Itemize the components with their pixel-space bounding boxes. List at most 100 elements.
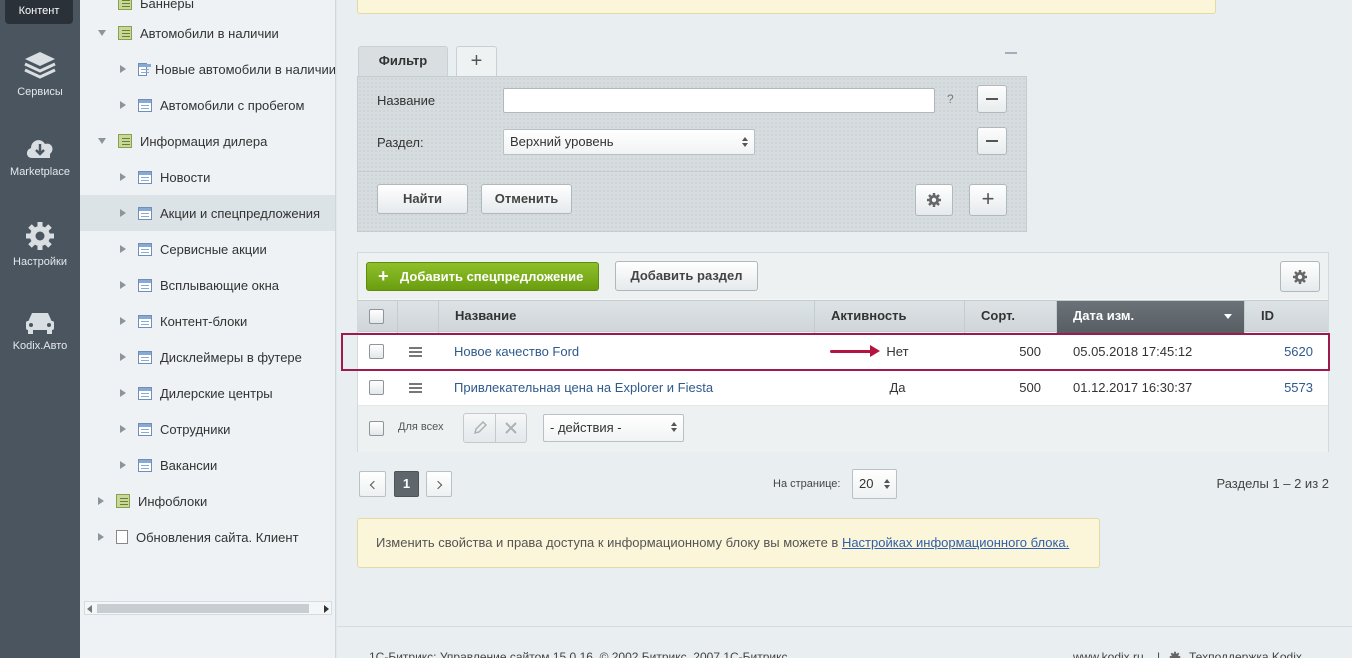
infoblock-settings-link[interactable]: Настройках информационного блока.	[842, 535, 1069, 550]
expand-icon[interactable]	[120, 245, 126, 253]
edit-icon[interactable]	[472, 420, 488, 436]
remove-name-filter-button[interactable]	[977, 85, 1007, 113]
help-icon[interactable]: ?	[947, 92, 954, 106]
tree-item-label: Автомобили с пробегом	[160, 97, 305, 113]
tree-item-dealer-centers[interactable]: Дилерские центры	[80, 375, 335, 411]
page-1-button[interactable]: 1	[394, 471, 419, 497]
expand-icon[interactable]	[120, 209, 126, 217]
column-header-date[interactable]: Дата изм.	[1057, 301, 1245, 333]
kodix-site-link[interactable]: www.kodix.ru	[1073, 650, 1144, 658]
rail-item-services[interactable]: Сервисы	[0, 50, 80, 98]
column-header-id[interactable]: ID	[1245, 301, 1328, 333]
tree-item-news[interactable]: Новости	[80, 159, 335, 195]
tree-item-label: Сервисные акции	[160, 241, 267, 257]
edit-delete-group	[463, 413, 527, 443]
select-all-checkbox[interactable]	[369, 309, 384, 324]
tree-item-label: Всплывающие окна	[160, 277, 280, 293]
prev-page-button[interactable]	[359, 471, 386, 497]
expand-icon[interactable]	[120, 389, 126, 397]
add-section-button[interactable]: Добавить раздел	[615, 261, 758, 291]
collapse-icon[interactable]	[98, 138, 106, 144]
expand-icon[interactable]	[120, 101, 126, 109]
tree-item-offers[interactable]: Акции и спецпредложения	[80, 195, 335, 231]
tree-horizontal-scrollbar[interactable]	[84, 601, 332, 615]
row-sort: 500	[1019, 380, 1041, 395]
plus-icon: +	[378, 266, 389, 286]
tree-item-employees[interactable]: Сотрудники	[80, 411, 335, 447]
gear-icon	[26, 222, 54, 250]
collapse-icon[interactable]	[98, 30, 106, 36]
column-header-date-label: Дата изм.	[1073, 308, 1135, 323]
expand-icon[interactable]	[120, 173, 126, 181]
delete-icon[interactable]	[504, 421, 518, 435]
tree-item-site-updates[interactable]: Обновления сайта. Клиент	[80, 519, 335, 555]
copyright-text: 1С-Битрикс: Управление сайтом 15.0.16. ©…	[369, 650, 788, 658]
expand-icon[interactable]	[120, 317, 126, 325]
folder-icon	[118, 26, 132, 40]
name-input[interactable]	[503, 88, 935, 113]
chevron-left-icon	[369, 480, 379, 490]
tree-item-new-cars[interactable]: Новые автомобили в наличии	[80, 51, 335, 87]
row-name-link[interactable]: Привлекательная цена на Explorer и Fiest…	[454, 370, 713, 406]
cloud-download-icon	[26, 140, 53, 158]
scrollbar-thumb[interactable]	[97, 604, 309, 613]
rail-item-label: Kodix.Авто	[12, 340, 68, 352]
scroll-right-icon[interactable]	[324, 605, 329, 613]
list-icon	[138, 98, 152, 112]
add-offer-button[interactable]: + Добавить спецпредложение	[366, 262, 599, 291]
tree-item-vacancies[interactable]: Вакансии	[80, 447, 335, 483]
row-id-link[interactable]: 5573	[1245, 370, 1313, 406]
table-header: Название Активность Сорт. Дата изм. ID	[358, 300, 1328, 333]
expand-icon[interactable]	[120, 461, 126, 469]
find-button[interactable]: Найти	[377, 184, 468, 214]
filter-panel: Название ? Раздел: Верхний уровень Найти…	[357, 76, 1027, 232]
collapse-filter-icon[interactable]	[1005, 52, 1017, 54]
expand-icon[interactable]	[120, 353, 126, 361]
expand-icon[interactable]	[120, 425, 126, 433]
header-select-all-cell	[358, 301, 398, 333]
rail-item-kodix-auto[interactable]: Kodix.Авто	[0, 308, 80, 352]
tree-item-footer-disclaimers[interactable]: Дисклеймеры в футере	[80, 339, 335, 375]
expand-icon[interactable]	[120, 281, 126, 289]
row-checkbox[interactable]	[369, 380, 384, 395]
tree-item-service-offers[interactable]: Сервисные акции	[80, 231, 335, 267]
table-row[interactable]: Привлекательная цена на Explorer и Fiest…	[358, 370, 1328, 406]
list-icon	[138, 458, 152, 472]
add-filter-tab-button[interactable]: +	[456, 46, 497, 77]
tree-item-label: Информация дилера	[140, 133, 268, 149]
rail-item-marketplace[interactable]: Marketplace	[0, 132, 80, 178]
column-header-active[interactable]: Активность	[815, 301, 965, 333]
next-page-button[interactable]	[426, 471, 452, 497]
expand-icon[interactable]	[98, 497, 104, 505]
expand-icon[interactable]	[120, 65, 126, 73]
tree-item-popups[interactable]: Всплывающие окна	[80, 267, 335, 303]
tree-item-label: Акции и спецпредложения	[160, 205, 321, 221]
tab-filter[interactable]: Фильтр	[358, 46, 448, 77]
support-link[interactable]: Техподдержка Kodix	[1189, 650, 1302, 658]
sort-desc-icon	[1224, 314, 1232, 319]
rail-item-settings[interactable]: Настройки	[0, 220, 80, 268]
tree-item-cars-in-stock[interactable]: Автомобили в наличии	[80, 15, 335, 51]
tree-item-label: Баннеры	[140, 0, 194, 11]
tree-item-used-cars[interactable]: Автомобили с пробегом	[80, 87, 335, 123]
tree-item-content-blocks[interactable]: Контент-блоки	[80, 303, 335, 339]
per-page-select[interactable]: 20	[852, 469, 897, 499]
tree-item-dealer-info[interactable]: Информация дилера	[80, 123, 335, 159]
list-settings-button[interactable]	[1280, 261, 1320, 292]
drag-handle-icon[interactable]	[409, 383, 422, 385]
tree-item-infoblocks[interactable]: Инфоблоки	[80, 483, 335, 519]
select-arrows-icon	[742, 137, 748, 147]
rail-item-content[interactable]: Контент	[5, 0, 73, 24]
select-all-bottom-checkbox[interactable]	[369, 421, 384, 436]
annotation-arrow-icon	[830, 345, 880, 357]
scroll-left-icon[interactable]	[87, 605, 92, 613]
cancel-button[interactable]: Отменить	[481, 184, 572, 214]
filter-settings-button[interactable]	[915, 184, 953, 216]
expand-icon[interactable]	[98, 533, 104, 541]
add-filter-field-button[interactable]: +	[969, 184, 1007, 216]
column-header-sort[interactable]: Сорт.	[965, 301, 1057, 333]
remove-section-filter-button[interactable]	[977, 127, 1007, 155]
actions-select[interactable]: - действия -	[543, 414, 684, 442]
column-header-name[interactable]: Название	[439, 301, 815, 333]
section-select[interactable]: Верхний уровень	[503, 129, 755, 155]
